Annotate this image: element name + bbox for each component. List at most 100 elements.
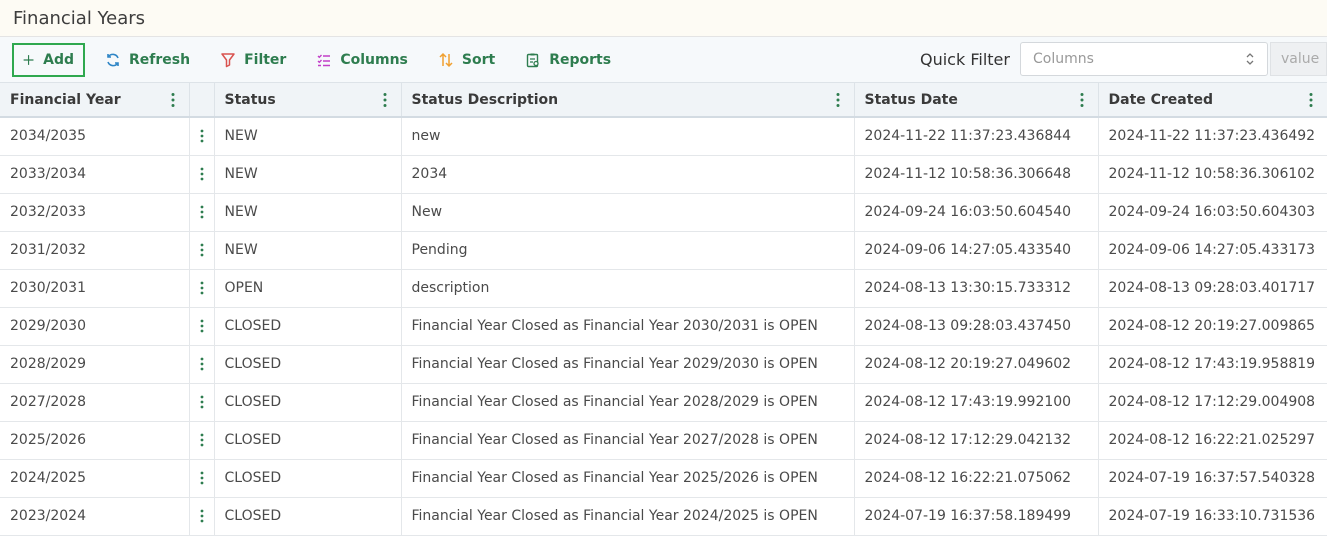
column-header-date-created[interactable]: Date Created (1098, 83, 1327, 118)
column-header-status-date[interactable]: Status Date (854, 83, 1099, 118)
cell-status: NEW (214, 231, 402, 270)
column-header-status[interactable]: Status (214, 83, 402, 118)
cell-status-description: description (401, 269, 855, 308)
cell-status: CLOSED (214, 421, 402, 460)
table-row[interactable]: 2028/2029 CLOSED Financial Year Closed a… (0, 345, 1327, 384)
add-button-label: Add (43, 51, 74, 68)
refresh-button[interactable]: Refresh (105, 43, 190, 77)
sort-icon (439, 52, 453, 67)
column-header-financial-year[interactable]: Financial Year (0, 83, 190, 118)
row-actions-menu[interactable] (189, 155, 215, 194)
cell-financial-year: 2032/2033 (0, 193, 190, 232)
kebab-menu-icon[interactable] (200, 167, 204, 181)
filter-button[interactable]: Filter (220, 43, 286, 77)
cell-status-date: 2024-09-24 16:03:50.604540 (854, 193, 1099, 232)
cell-status-date: 2024-11-12 10:58:36.306648 (854, 155, 1099, 194)
columns-button-label: Columns (340, 51, 408, 68)
column-header-label: Status Date (864, 91, 958, 108)
title-bar: Financial Years (0, 0, 1327, 37)
quick-filter-label: Quick Filter (920, 50, 1010, 69)
cell-financial-year: 2027/2028 (0, 383, 190, 422)
column-menu-icon[interactable] (171, 92, 175, 108)
cell-status-description: New (401, 193, 855, 232)
quick-filter-column-select[interactable]: Columns (1020, 42, 1268, 76)
page-title: Financial Years (13, 7, 146, 29)
row-actions-menu[interactable] (189, 459, 215, 498)
table-row[interactable]: 2032/2033 NEW New 2024-09-24 16:03:50.60… (0, 193, 1327, 232)
table-row[interactable]: 2031/2032 NEW Pending 2024-09-06 14:27:0… (0, 231, 1327, 270)
cell-date-created: 2024-11-22 11:37:23.436492 (1098, 117, 1327, 156)
row-actions-menu[interactable] (189, 345, 215, 384)
add-button[interactable]: Add (12, 42, 85, 77)
kebab-menu-icon[interactable] (200, 357, 204, 371)
kebab-menu-icon[interactable] (200, 471, 204, 485)
table-row[interactable]: 2025/2026 CLOSED Financial Year Closed a… (0, 421, 1327, 460)
cell-status-date: 2024-08-12 17:12:29.042132 (854, 421, 1099, 460)
row-actions-menu[interactable] (189, 269, 215, 308)
financial-years-table: Financial Year Status Status Description… (0, 83, 1327, 536)
sort-button[interactable]: Sort (438, 43, 495, 77)
kebab-menu-icon[interactable] (200, 319, 204, 333)
cell-date-created: 2024-09-24 16:03:50.604303 (1098, 193, 1327, 232)
sort-button-label: Sort (461, 51, 496, 68)
table-row[interactable]: 2030/2031 OPEN description 2024-08-13 13… (0, 269, 1327, 308)
cell-status-date: 2024-11-22 11:37:23.436844 (854, 117, 1099, 156)
row-actions-menu[interactable] (189, 231, 215, 270)
table-row[interactable]: 2023/2024 CLOSED Financial Year Closed a… (0, 497, 1327, 536)
cell-status-description: Financial Year Closed as Financial Year … (401, 307, 855, 346)
table-row[interactable]: 2033/2034 NEW 2034 2024-11-12 10:58:36.3… (0, 155, 1327, 194)
cell-status: OPEN (214, 269, 402, 308)
kebab-menu-icon[interactable] (200, 433, 204, 447)
column-menu-icon[interactable] (1080, 92, 1084, 108)
cell-financial-year: 2023/2024 (0, 497, 190, 536)
cell-status: CLOSED (214, 497, 402, 536)
quick-filter-select-value: Columns (1033, 51, 1094, 67)
column-menu-icon[interactable] (1309, 92, 1313, 108)
column-header-label: Date Created (1108, 91, 1213, 108)
row-actions-menu[interactable] (189, 497, 215, 536)
kebab-menu-icon[interactable] (200, 395, 204, 409)
row-actions-menu[interactable] (189, 307, 215, 346)
quick-filter-value-placeholder: value (1281, 51, 1320, 67)
cell-status-description: Financial Year Closed as Financial Year … (401, 497, 855, 536)
reports-button[interactable]: Reports (525, 43, 611, 77)
cell-financial-year: 2031/2032 (0, 231, 190, 270)
kebab-menu-icon[interactable] (200, 129, 204, 143)
row-actions-menu[interactable] (189, 193, 215, 232)
cell-status-description: Financial Year Closed as Financial Year … (401, 383, 855, 422)
kebab-menu-icon[interactable] (200, 243, 204, 257)
table-row[interactable]: 2027/2028 CLOSED Financial Year Closed a… (0, 383, 1327, 422)
row-actions-menu[interactable] (189, 383, 215, 422)
table-header-row: Financial Year Status Status Description… (0, 83, 1327, 118)
columns-button[interactable]: Columns (316, 43, 408, 77)
cell-status-description: Pending (401, 231, 855, 270)
kebab-menu-icon[interactable] (200, 205, 204, 219)
table-row[interactable]: 2024/2025 CLOSED Financial Year Closed a… (0, 459, 1327, 498)
column-header-status-description[interactable]: Status Description (401, 83, 855, 118)
toolbar: Add Refresh Filter Columns Sort Reports … (0, 37, 1327, 83)
row-actions-menu[interactable] (189, 117, 215, 156)
column-menu-icon[interactable] (836, 92, 840, 108)
cell-status: CLOSED (214, 345, 402, 384)
kebab-menu-icon[interactable] (200, 281, 204, 295)
cell-status: NEW (214, 155, 402, 194)
column-menu-icon[interactable] (383, 92, 387, 108)
cell-date-created: 2024-11-12 10:58:36.306102 (1098, 155, 1327, 194)
cell-date-created: 2024-07-19 16:33:10.731536 (1098, 497, 1327, 536)
cell-date-created: 2024-07-19 16:37:57.540328 (1098, 459, 1327, 498)
cell-financial-year: 2028/2029 (0, 345, 190, 384)
cell-status-description: Financial Year Closed as Financial Year … (401, 421, 855, 460)
table-row[interactable]: 2029/2030 CLOSED Financial Year Closed a… (0, 307, 1327, 346)
row-actions-menu[interactable] (189, 421, 215, 460)
cell-status-description: Financial Year Closed as Financial Year … (401, 459, 855, 498)
cell-status: CLOSED (214, 307, 402, 346)
cell-status-date: 2024-08-12 17:43:19.992100 (854, 383, 1099, 422)
cell-status: NEW (214, 117, 402, 156)
kebab-menu-icon[interactable] (200, 509, 204, 523)
table-row[interactable]: 2034/2035 NEW new 2024-11-22 11:37:23.43… (0, 117, 1327, 156)
column-header-label: Financial Year (10, 91, 121, 108)
cell-date-created: 2024-08-12 17:12:29.004908 (1098, 383, 1327, 422)
quick-filter-value-input[interactable]: value (1270, 42, 1327, 76)
select-chevron-icon (1246, 53, 1254, 65)
cell-status: CLOSED (214, 383, 402, 422)
